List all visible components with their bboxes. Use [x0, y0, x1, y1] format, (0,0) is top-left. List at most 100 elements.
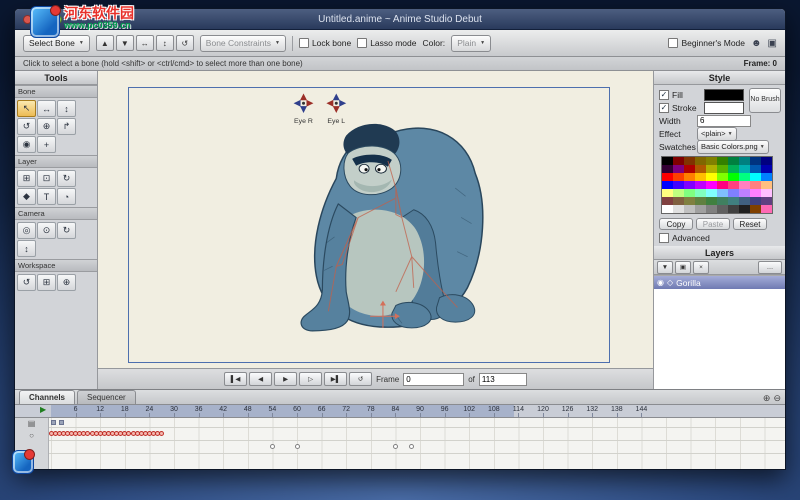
swatch[interactable] [706, 197, 717, 205]
swatch[interactable] [706, 205, 717, 213]
swatch[interactable] [728, 205, 739, 213]
option-rotate-button[interactable]: ↺ [175, 35, 194, 51]
tool-translate-bone[interactable]: ↔ [37, 100, 56, 117]
tool-zoom-workspace[interactable]: ⊕ [57, 274, 76, 291]
swatch[interactable] [662, 157, 673, 165]
swatch[interactable] [739, 181, 750, 189]
swatch[interactable] [717, 165, 728, 173]
display-icon[interactable]: ▣ [768, 38, 777, 49]
swatch[interactable] [717, 205, 728, 213]
user-icon[interactable]: ☻ [751, 38, 762, 49]
swatch[interactable] [706, 157, 717, 165]
stroke-width-input[interactable] [697, 114, 751, 127]
tab-channels[interactable]: Channels [19, 390, 76, 404]
swatch[interactable] [684, 165, 695, 173]
tool-add-bone[interactable]: ⊕ [37, 118, 56, 135]
swatch[interactable] [684, 197, 695, 205]
swatch[interactable] [750, 205, 761, 213]
jump-end-button[interactable]: ▶▌ [324, 372, 348, 386]
swatch[interactable] [706, 181, 717, 189]
swatch[interactable] [695, 189, 706, 197]
current-frame-input[interactable] [403, 372, 465, 386]
fill-color-swatch[interactable] [704, 88, 744, 101]
paste-button[interactable]: Paste [696, 218, 730, 230]
option-scale-button[interactable]: ↕ [155, 35, 174, 51]
option-translate-button[interactable]: ↔ [135, 35, 154, 51]
swatch[interactable] [739, 189, 750, 197]
tool-rotate-layer[interactable]: ↻ [57, 170, 76, 187]
swatch[interactable] [673, 157, 684, 165]
tab-sequencer[interactable]: Sequencer [77, 390, 136, 404]
swatch[interactable] [706, 189, 717, 197]
swatch[interactable] [673, 197, 684, 205]
swatch[interactable] [695, 165, 706, 173]
tool-manipulate-bones[interactable]: + [37, 136, 56, 153]
swatch[interactable] [684, 205, 695, 213]
swatch[interactable] [695, 205, 706, 213]
duplicate-layer-button[interactable]: ▣ [675, 260, 691, 274]
swatch[interactable] [739, 173, 750, 181]
fill-checkbox[interactable]: ✓ Fill [659, 89, 683, 100]
no-brush-button[interactable]: No Brush [749, 88, 781, 113]
swatch[interactable] [739, 205, 750, 213]
play-button[interactable]: ▶ [274, 372, 298, 386]
swatch[interactable] [761, 157, 772, 165]
zoom-in-icon[interactable]: ⊕ [763, 394, 771, 403]
tool-zoom-camera[interactable]: ⊙ [37, 222, 56, 239]
timeline-ruler[interactable]: 6 12 18 24 30 36 42 48 54 60 66 72 78 84 90 96 102 108 114… [15, 404, 785, 418]
tool-track-camera[interactable]: ◎ [17, 222, 36, 239]
swatch[interactable] [717, 173, 728, 181]
swatch[interactable] [706, 165, 717, 173]
beginners-mode-checkbox[interactable]: Beginner's Mode [668, 38, 745, 48]
keyframe[interactable] [409, 444, 415, 449]
swatch[interactable] [684, 189, 695, 197]
swatch[interactable] [761, 173, 772, 181]
swatch[interactable] [739, 157, 750, 165]
swatch[interactable] [673, 165, 684, 173]
jump-start-button[interactable]: ▌◀ [224, 372, 248, 386]
swatch[interactable] [706, 173, 717, 181]
swatch[interactable] [662, 197, 673, 205]
lock-bone-checkbox[interactable]: Lock bone [298, 38, 351, 48]
more-button[interactable]: … [758, 260, 782, 274]
swatch[interactable] [750, 181, 761, 189]
swatch[interactable] [728, 157, 739, 165]
swatch[interactable] [761, 165, 772, 173]
tool-follow-path[interactable]: ◆ [17, 188, 36, 205]
swatch[interactable] [684, 173, 695, 181]
swatch[interactable] [728, 197, 739, 205]
swatch[interactable] [684, 181, 695, 189]
tool-insert-text[interactable]: T [37, 188, 56, 205]
swatch[interactable] [728, 181, 739, 189]
layer-visibility-icon[interactable]: ◉ [657, 278, 664, 287]
swatch[interactable] [761, 189, 772, 197]
eye-r-widget[interactable] [293, 93, 314, 114]
swatch[interactable] [750, 173, 761, 181]
canvas[interactable]: Eye R Eye L [98, 71, 653, 368]
swatch[interactable] [662, 189, 673, 197]
swatch[interactable] [662, 173, 673, 181]
keyframe[interactable] [392, 444, 398, 449]
copy-button[interactable]: Copy [659, 218, 693, 230]
loop-button[interactable]: ↺ [349, 372, 373, 386]
color-dropdown[interactable]: Plain ▼ [451, 34, 492, 52]
tool-reparent-bone[interactable]: ↱ [57, 118, 76, 135]
keyframe[interactable] [294, 444, 300, 449]
tool-bone-strength[interactable]: ◉ [17, 136, 36, 153]
tool-scale-layer[interactable]: ⊡ [37, 170, 56, 187]
swatch[interactable] [673, 205, 684, 213]
stroke-color-swatch[interactable] [704, 101, 744, 114]
swatch[interactable] [761, 197, 772, 205]
swatch[interactable] [728, 189, 739, 197]
tool-eyedropper[interactable]: ◔ [57, 188, 76, 205]
zoom-out-icon[interactable]: ⊖ [773, 394, 781, 403]
swatch[interactable] [750, 157, 761, 165]
swatch[interactable] [695, 197, 706, 205]
swatch[interactable] [761, 205, 772, 213]
tool-select-bone[interactable]: ↖ [17, 100, 36, 117]
swatch[interactable] [717, 157, 728, 165]
delete-layer-button[interactable]: × [693, 260, 709, 274]
playhead-marker[interactable]: ▶ [40, 406, 46, 414]
swatch[interactable] [739, 165, 750, 173]
swatch[interactable] [695, 157, 706, 165]
